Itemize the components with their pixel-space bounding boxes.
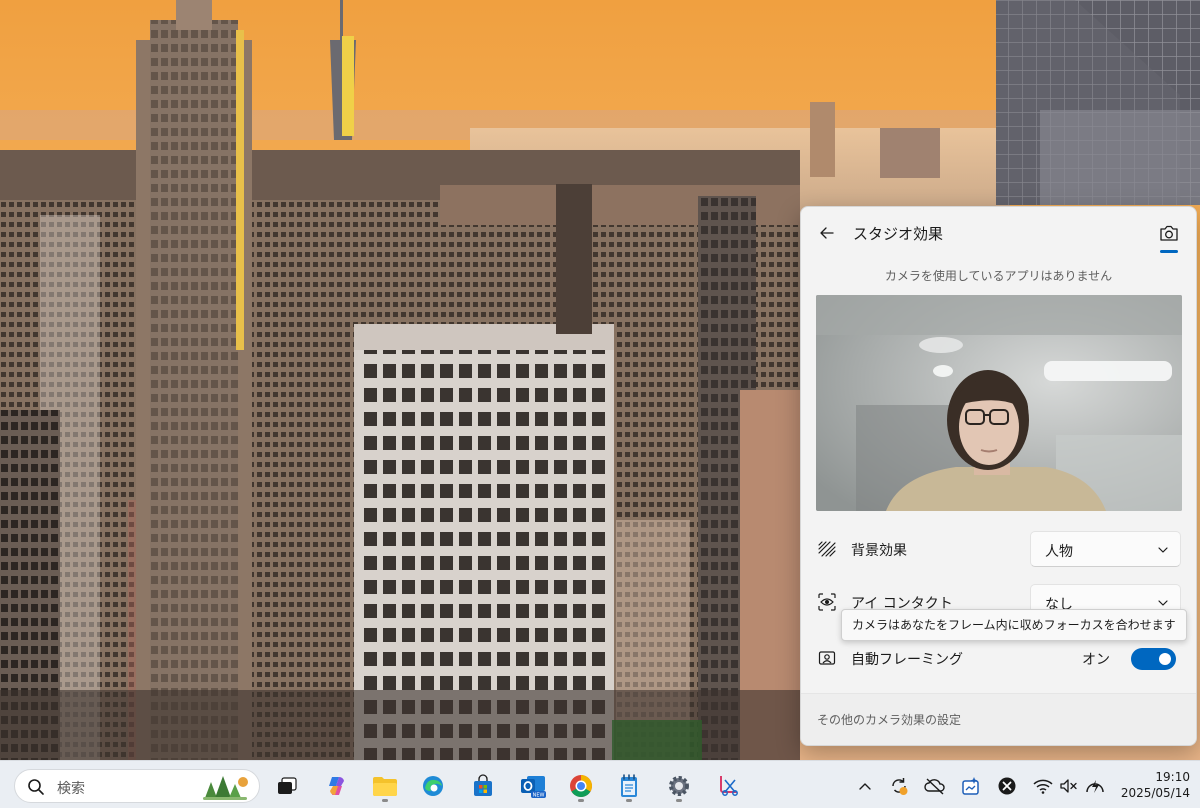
camera-status-text: カメラを使用しているアプリはありません <box>884 269 1113 283</box>
clock-time: 19:10 <box>1155 770 1190 784</box>
clock-date: 2025/05/14 <box>1120 786 1190 800</box>
close-circle-tray-icon[interactable] <box>996 775 1018 797</box>
notepad-button[interactable] <box>612 769 646 803</box>
show-hidden-icons-button[interactable] <box>854 775 876 797</box>
volume-muted-icon <box>1060 779 1077 793</box>
chevron-up-icon <box>859 783 871 790</box>
flyout-header: スタジオ効果 <box>801 207 1196 259</box>
store-button[interactable] <box>466 769 500 803</box>
running-indicator <box>626 799 632 802</box>
camera-button[interactable] <box>1156 221 1182 245</box>
back-arrow-icon <box>820 227 834 239</box>
task-view-button[interactable] <box>270 769 304 803</box>
camera-preview-image <box>816 295 1182 511</box>
wifi-icon <box>1033 779 1053 794</box>
search-placeholder: 検索 <box>57 781 85 797</box>
sync-warning-icon <box>892 778 908 795</box>
task-view-icon <box>278 777 297 794</box>
background-effect-label: 背景効果 <box>851 543 907 559</box>
background-blur-icon <box>817 539 837 559</box>
auto-framing-toggle[interactable] <box>1131 648 1176 670</box>
background-effect-dropdown[interactable]: 人物 <box>1030 531 1181 567</box>
snipping-tool-icon <box>720 776 738 796</box>
file-explorer-button[interactable] <box>368 769 402 803</box>
svg-text:NEW: NEW <box>533 793 545 799</box>
back-button[interactable] <box>815 221 839 245</box>
flyout-footer: その他のカメラ効果の設定 <box>801 693 1196 745</box>
close-circle-icon <box>998 777 1016 795</box>
screenshot-tray-icon[interactable] <box>960 775 982 797</box>
settings-button[interactable] <box>662 769 696 803</box>
edge-icon <box>423 776 443 796</box>
camera-preview <box>816 295 1182 511</box>
toggle-knob <box>1159 653 1171 665</box>
chevron-down-icon <box>1158 600 1168 606</box>
onedrive-tray-icon[interactable] <box>924 775 946 797</box>
snipping-tool-button[interactable] <box>712 769 746 803</box>
outlook-new-icon: NEW <box>521 776 546 799</box>
folder-icon <box>373 777 397 796</box>
auto-framing-row: 自動フレーミング オン <box>801 638 1196 678</box>
system-clock[interactable]: 19:10 2025/05/14 <box>1121 769 1190 801</box>
camera-icon <box>1160 225 1178 241</box>
volume-tray-icon[interactable] <box>1058 775 1080 797</box>
camera-active-indicator <box>1160 250 1178 253</box>
running-indicator <box>676 799 682 802</box>
search-icon <box>28 779 44 795</box>
gear-icon <box>669 776 689 796</box>
auto-framing-label: 自動フレーミング <box>851 652 963 668</box>
copilot-icon <box>329 777 344 795</box>
flyout-title: スタジオ効果 <box>853 225 944 243</box>
store-icon <box>474 774 492 796</box>
battery-tray-icon[interactable] <box>1084 775 1106 797</box>
sync-tray-icon[interactable] <box>888 775 910 797</box>
auto-framing-icon <box>817 648 837 668</box>
search-highlight-icon <box>203 776 248 800</box>
background-effect-value: 人物 <box>1045 544 1073 560</box>
more-camera-settings-link[interactable]: その他のカメラ効果の設定 <box>817 711 961 728</box>
auto-framing-state: オン <box>1082 652 1110 668</box>
search-box[interactable]: 検索 <box>14 769 260 803</box>
edge-button[interactable] <box>416 769 450 803</box>
background-effect-row: 背景効果 人物 <box>801 529 1196 569</box>
copilot-button[interactable] <box>320 769 354 803</box>
wifi-tray-icon[interactable] <box>1032 775 1054 797</box>
chrome-icon <box>570 775 592 797</box>
chrome-button[interactable] <box>564 769 598 803</box>
battery-charging-icon <box>1086 780 1104 793</box>
auto-framing-tooltip: カメラはあなたをフレーム内に収めフォーカスを合わせます <box>841 609 1187 641</box>
running-indicator <box>578 799 584 802</box>
taskbar: 検索 NEW 19:10 2025/05/14 <box>0 760 1200 808</box>
studio-effects-flyout: スタジオ効果 カメラを使用しているアプリはありません 背景効果 人物 アイ コン… <box>800 206 1197 746</box>
screenshot-icon <box>962 777 979 795</box>
notepad-icon <box>621 774 637 797</box>
onedrive-offline-icon <box>924 778 945 795</box>
outlook-button[interactable]: NEW <box>516 769 550 803</box>
chevron-down-icon <box>1158 547 1168 553</box>
running-indicator <box>382 799 388 802</box>
eye-contact-icon <box>817 592 837 612</box>
